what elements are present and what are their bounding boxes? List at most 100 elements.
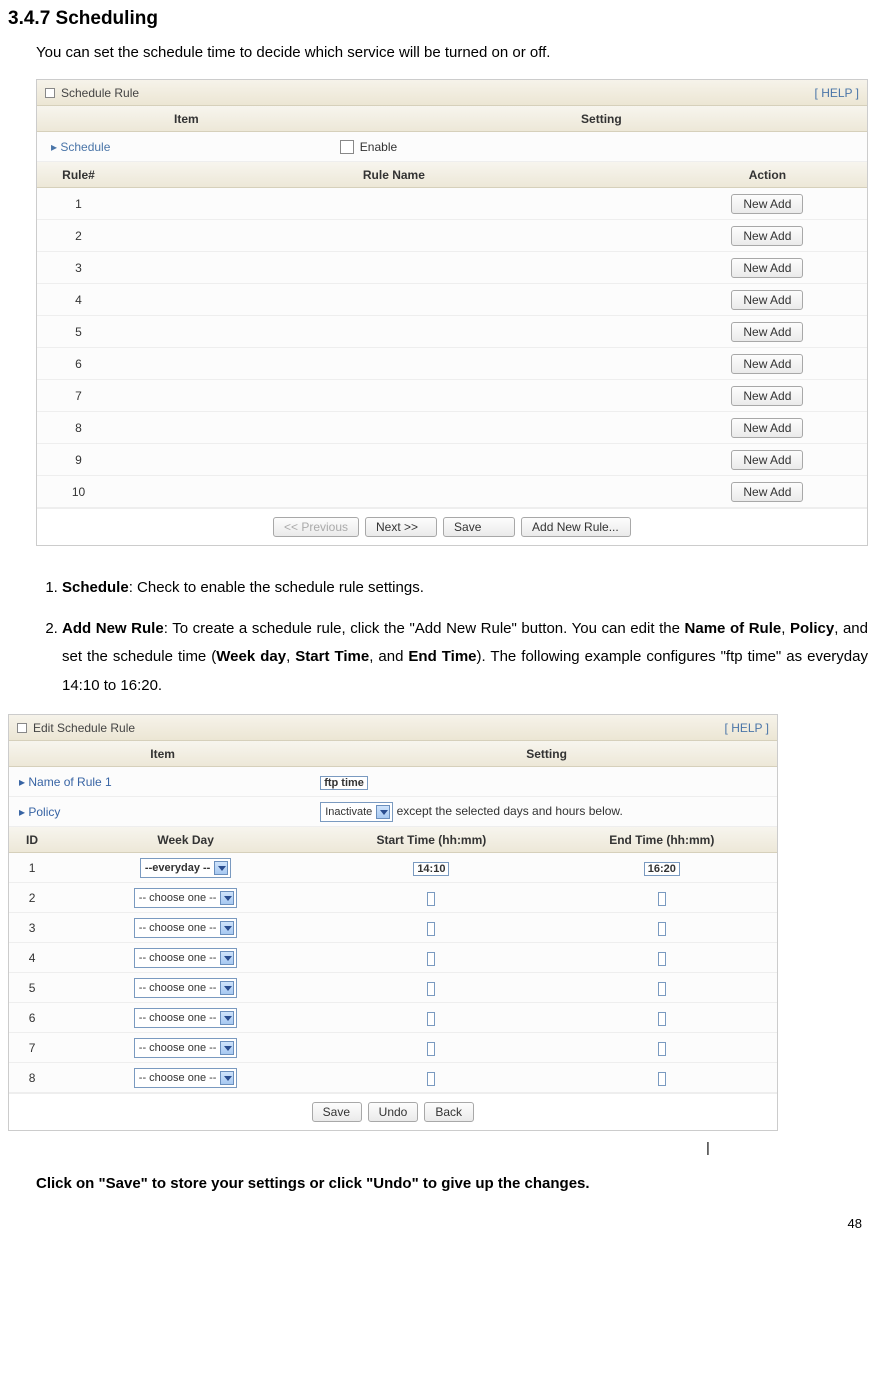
rule-number: 8 [37,421,120,435]
instruction-list: Schedule: Check to enable the schedule r… [36,574,868,700]
weekday-select[interactable]: -- choose one -- [134,948,238,968]
next-button[interactable]: Next >> [365,517,437,537]
policy-suffix: except the selected days and hours below… [397,804,623,818]
new-add-button[interactable]: New Add [731,450,803,470]
end-time-input[interactable] [658,952,666,966]
time-row: 6 -- choose one -- [9,1003,777,1033]
time-id: 1 [9,861,55,875]
start-time-input[interactable] [427,982,435,996]
weekday-select[interactable]: -- choose one -- [134,1008,238,1028]
end-time-input[interactable]: 16:20 [644,862,680,876]
new-add-button[interactable]: New Add [731,386,803,406]
list-item-2: Add New Rule: To create a schedule rule,… [62,615,868,701]
end-time-input[interactable] [658,1042,666,1056]
time-row: 7 -- choose one -- [9,1033,777,1063]
weekday-select[interactable]: -- choose one -- [134,1068,238,1088]
start-time-input[interactable] [427,1042,435,1056]
list-item-1: Schedule: Check to enable the schedule r… [62,574,868,603]
save-button[interactable]: Save [443,517,515,537]
time-row: 1 --everyday -- 14:10 16:20 [9,853,777,883]
rule-row: 2 New Add [37,220,867,252]
panel-title-bar: Schedule Rule [ HELP ] [37,80,867,106]
end-time-input[interactable] [658,1012,666,1026]
rule-row: 8 New Add [37,412,867,444]
weekday-select[interactable]: --everyday -- [140,858,231,878]
p2-hdr-setting: Setting [316,747,777,761]
rule-number: 2 [37,229,120,243]
th-start: Start Time (hh:mm) [316,833,546,847]
new-add-button[interactable]: New Add [731,418,803,438]
panel2-icon [17,723,27,733]
enable-checkbox[interactable] [340,140,354,154]
new-add-button[interactable]: New Add [731,258,803,278]
new-add-button[interactable]: New Add [731,482,803,502]
end-time-input[interactable] [658,982,666,996]
p2-save-button[interactable]: Save [312,1102,362,1122]
policy-row: ▸ Policy Inactivate except the selected … [9,797,777,827]
weekday-select[interactable]: -- choose one -- [134,888,238,908]
start-time-input[interactable] [427,1072,435,1086]
time-table-header: ID Week Day Start Time (hh:mm) End Time … [9,827,777,853]
start-time-input[interactable]: 14:10 [413,862,449,876]
panel1-footer: << Previous Next >> Save Add New Rule... [37,508,867,545]
edit-schedule-panel: Edit Schedule Rule [ HELP ] Item Setting… [8,714,778,1131]
time-id: 7 [9,1041,55,1055]
start-time-input[interactable] [427,952,435,966]
new-add-button[interactable]: New Add [731,354,803,374]
time-id: 4 [9,951,55,965]
chevron-down-icon [376,805,390,819]
prev-button[interactable]: << Previous [273,517,359,537]
schedule-rule-panel: Schedule Rule [ HELP ] Item Setting ▸ Sc… [36,79,868,546]
new-add-button[interactable]: New Add [731,290,803,310]
rule-table-header: Rule# Rule Name Action [37,162,867,188]
rule-number: 4 [37,293,120,307]
policy-select[interactable]: Inactivate [320,802,393,822]
time-row: 2 -- choose one -- [9,883,777,913]
new-add-button[interactable]: New Add [731,322,803,342]
panel2-footer: Save Undo Back [9,1093,777,1130]
name-of-rule-row: ▸ Name of Rule 1 ftp time [9,767,777,797]
rule-row: 3 New Add [37,252,867,284]
section-heading: 3.4.7 Scheduling [8,8,868,30]
p2-hdr-item: Item [9,747,316,761]
rule-name-input[interactable]: ftp time [320,776,368,790]
end-time-input[interactable] [658,1072,666,1086]
new-add-button[interactable]: New Add [731,194,803,214]
rule-row: 6 New Add [37,348,867,380]
weekday-select[interactable]: -- choose one -- [134,978,238,998]
schedule-setting: Enable [336,140,867,154]
rule-number: 1 [37,197,120,211]
rule-row: 5 New Add [37,316,867,348]
end-time-input[interactable] [658,892,666,906]
rule-number: 6 [37,357,120,371]
time-id: 6 [9,1011,55,1025]
panel2-item-setting-header: Item Setting [9,741,777,767]
help-link[interactable]: [ HELP ] [815,86,859,100]
schedule-label: ▸ Schedule [37,140,336,154]
p2-back-button[interactable]: Back [424,1102,474,1122]
p2-undo-button[interactable]: Undo [368,1102,419,1122]
closing-text: Click on "Save" to store your settings o… [36,1175,868,1192]
rule-number: 5 [37,325,120,339]
time-id: 2 [9,891,55,905]
rule-number: 3 [37,261,120,275]
page-number: 48 [8,1216,868,1231]
start-time-input[interactable] [427,892,435,906]
new-add-button[interactable]: New Add [731,226,803,246]
time-row: 3-- choose one -- [9,913,777,943]
weekday-select[interactable]: -- choose one -- [134,1038,238,1058]
policy-label: ▸ Policy [9,805,316,819]
panel2-help-link[interactable]: [ HELP ] [725,721,769,735]
weekday-select[interactable]: -- choose one -- [134,918,238,938]
start-time-input[interactable] [427,922,435,936]
enable-label: Enable [360,140,397,154]
pipe-char: | [548,1139,868,1155]
start-time-input[interactable] [427,1012,435,1026]
th-id: ID [9,833,55,847]
end-time-input[interactable] [658,922,666,936]
hdr-rulename: Rule Name [120,168,668,182]
time-id: 8 [9,1071,55,1085]
add-new-rule-button[interactable]: Add New Rule... [521,517,631,537]
time-id: 5 [9,981,55,995]
rule-number: 7 [37,389,120,403]
